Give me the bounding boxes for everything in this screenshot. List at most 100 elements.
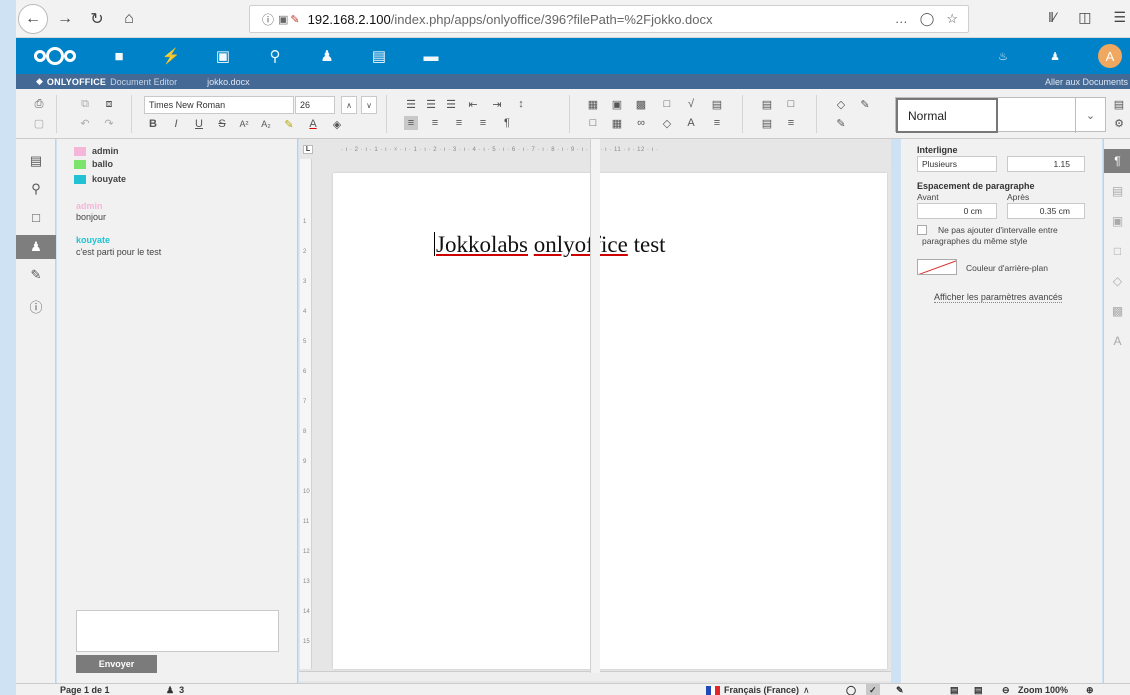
format-painter-icon[interactable]: ✎ [834,116,848,130]
insert-table-icon[interactable]: ▦ [586,97,600,111]
permissions-icon[interactable]: ▣ [278,13,288,26]
send-button[interactable]: Envoyer [76,655,157,673]
redo-icon[interactable]: ↷ [102,116,116,130]
spacing-before-input[interactable]: 0 cm [917,203,997,219]
search-icon[interactable]: ⚲ [16,177,56,201]
chevron-down-icon[interactable]: ⌄ [1075,98,1105,133]
insert-equation-icon[interactable]: √ [684,97,698,111]
textart-settings-icon[interactable]: A [1104,329,1130,353]
zoom-out-icon[interactable]: ⊖ [1002,684,1010,695]
insert-chart-icon[interactable]: ▩ [634,97,648,111]
line-spacing-icon[interactable]: ↕ [514,97,528,111]
align-left-icon[interactable]: ≡ [404,116,418,130]
chart-settings-icon[interactable]: ▩ [1104,299,1130,323]
document-structure-icon[interactable]: ▤ [16,149,56,173]
numbering-icon[interactable]: ☰ [424,97,438,111]
view-settings-icon[interactable]: ▤ [1112,97,1126,111]
back-button[interactable]: ← [18,3,48,34]
goto-documents-link[interactable]: Aller aux Documents [1045,77,1128,87]
strikethrough-button[interactable]: S [215,117,229,131]
justify-icon[interactable]: ≡ [476,116,490,130]
orientation-icon[interactable]: ▤ [760,116,774,130]
plugins-icon[interactable]: ✎ [16,263,56,287]
font-name-select[interactable]: Times New Roman [144,96,294,114]
bullets-icon[interactable]: ☰ [404,97,418,111]
italic-button[interactable]: I [169,117,183,131]
zoom-in-icon[interactable]: ⊕ [1086,684,1094,695]
clear-style-icon[interactable]: ◇ [834,97,848,111]
gallery-app-icon[interactable]: ▣ [214,47,232,65]
info-icon[interactable]: ⓘ [258,11,278,28]
insert-textbox-icon[interactable]: □ [660,97,674,111]
chat-message-input[interactable] [76,610,279,652]
line-spacing-value-input[interactable]: 1.15 [1007,156,1085,172]
horizontal-ruler[interactable]: · ı · 2 · ı · 1 · ı · ☓ · ı · 1 · ı · 2 … [341,143,885,155]
insert-image-icon[interactable]: ▣ [610,97,624,111]
print-icon[interactable]: ⎙ [32,97,46,111]
superscript-button[interactable]: A² [237,117,251,131]
margins-icon[interactable]: □ [784,97,798,111]
doc-language-icon[interactable]: ◯ [846,684,856,695]
nextcloud-logo[interactable] [34,46,78,66]
fit-page-icon[interactable]: ▤ [950,684,959,695]
font-size-select[interactable]: 26 [295,96,335,114]
pocket-icon[interactable]: ◯ [920,11,935,27]
about-icon[interactable]: ⓘ [16,294,56,318]
users-indicator[interactable]: ♟ 3 [166,684,184,695]
dropcap-icon[interactable]: ≡ [710,116,724,130]
decrease-font-button[interactable]: ∨ [361,96,377,114]
files-app-icon[interactable]: ■ [110,47,128,65]
line-spacing-mode-select[interactable]: Plusieurs [917,156,997,172]
paragraph-shading-icon[interactable]: ◈ [330,117,344,131]
document-page[interactable]: Jokkolabs onlyoffice test [333,173,887,669]
page-size-icon[interactable]: ▤ [760,97,774,111]
advanced-settings-link[interactable]: Afficher les paramètres avancés [934,292,1063,303]
bold-button[interactable]: B [146,117,160,131]
reload-button[interactable]: ↻ [84,6,110,32]
vertical-scrollbar[interactable] [590,139,600,673]
user-avatar[interactable]: A [1098,44,1122,68]
document-text[interactable]: Jokkolabs onlyoffice test [434,232,666,258]
paragraph-settings-icon[interactable]: ¶ [1104,149,1130,173]
undo-icon[interactable]: ↶ [78,116,92,130]
shape-settings-icon[interactable]: ◇ [1104,269,1130,293]
style-normal[interactable]: Normal [896,98,998,133]
font-color-icon[interactable]: A [306,117,320,131]
table-settings-icon[interactable]: ▤ [1104,179,1130,203]
gear-icon[interactable]: ⚙ [1112,116,1126,130]
decrease-indent-icon[interactable]: ⇤ [466,97,480,111]
language-select[interactable]: Français (France) ∧ [706,684,810,695]
home-button[interactable]: ⌂ [116,6,142,32]
contacts-app-icon[interactable]: ♟ [318,47,336,65]
url-bar[interactable]: ⓘ ▣ ✎ 192.168.2.100/index.php/apps/onlyo… [249,5,969,33]
text-art-icon[interactable]: A [684,116,698,130]
notifications-icon[interactable]: ♨ [994,47,1012,65]
track-changes-icon[interactable]: ✎ [896,684,904,695]
increase-indent-icon[interactable]: ⇥ [490,97,504,111]
increase-font-button[interactable]: ∧ [341,96,357,114]
header-footer-settings-icon[interactable]: □ [1104,239,1130,263]
calendar-app-icon[interactable]: ▤ [370,47,388,65]
image-settings-icon[interactable]: ▣ [1104,209,1130,233]
chat-icon[interactable]: ♟ [16,235,56,259]
deck-app-icon[interactable]: ▬ [422,47,440,65]
copy-icon[interactable]: ⧉ [78,97,92,111]
paste-icon[interactable]: ⧈ [102,97,116,111]
forward-button[interactable]: → [52,6,78,32]
copy-style-icon[interactable]: ✎ [858,97,872,111]
tracking-blocked-icon[interactable]: ✎ [290,13,299,26]
highlight-color-icon[interactable]: ✎ [282,117,296,131]
search-app-icon[interactable]: ⚲ [266,47,284,65]
page-actions-icon[interactable]: … [895,11,908,27]
page-indicator[interactable]: Page 1 de 1 [60,684,110,695]
page-break-icon[interactable]: □ [586,116,600,130]
align-right-icon[interactable]: ≡ [452,116,466,130]
comments-icon[interactable]: □ [16,205,56,229]
activity-app-icon[interactable]: ⚡ [162,47,181,65]
sidebar-toggle-icon[interactable]: ◫ [1078,9,1091,26]
background-color-picker[interactable] [917,259,957,275]
underline-button[interactable]: U [192,117,206,131]
paragraph-marks-icon[interactable]: ¶ [500,116,514,130]
contacts-menu-icon[interactable]: ♟ [1046,47,1064,65]
subscript-button[interactable]: A₂ [259,117,273,131]
